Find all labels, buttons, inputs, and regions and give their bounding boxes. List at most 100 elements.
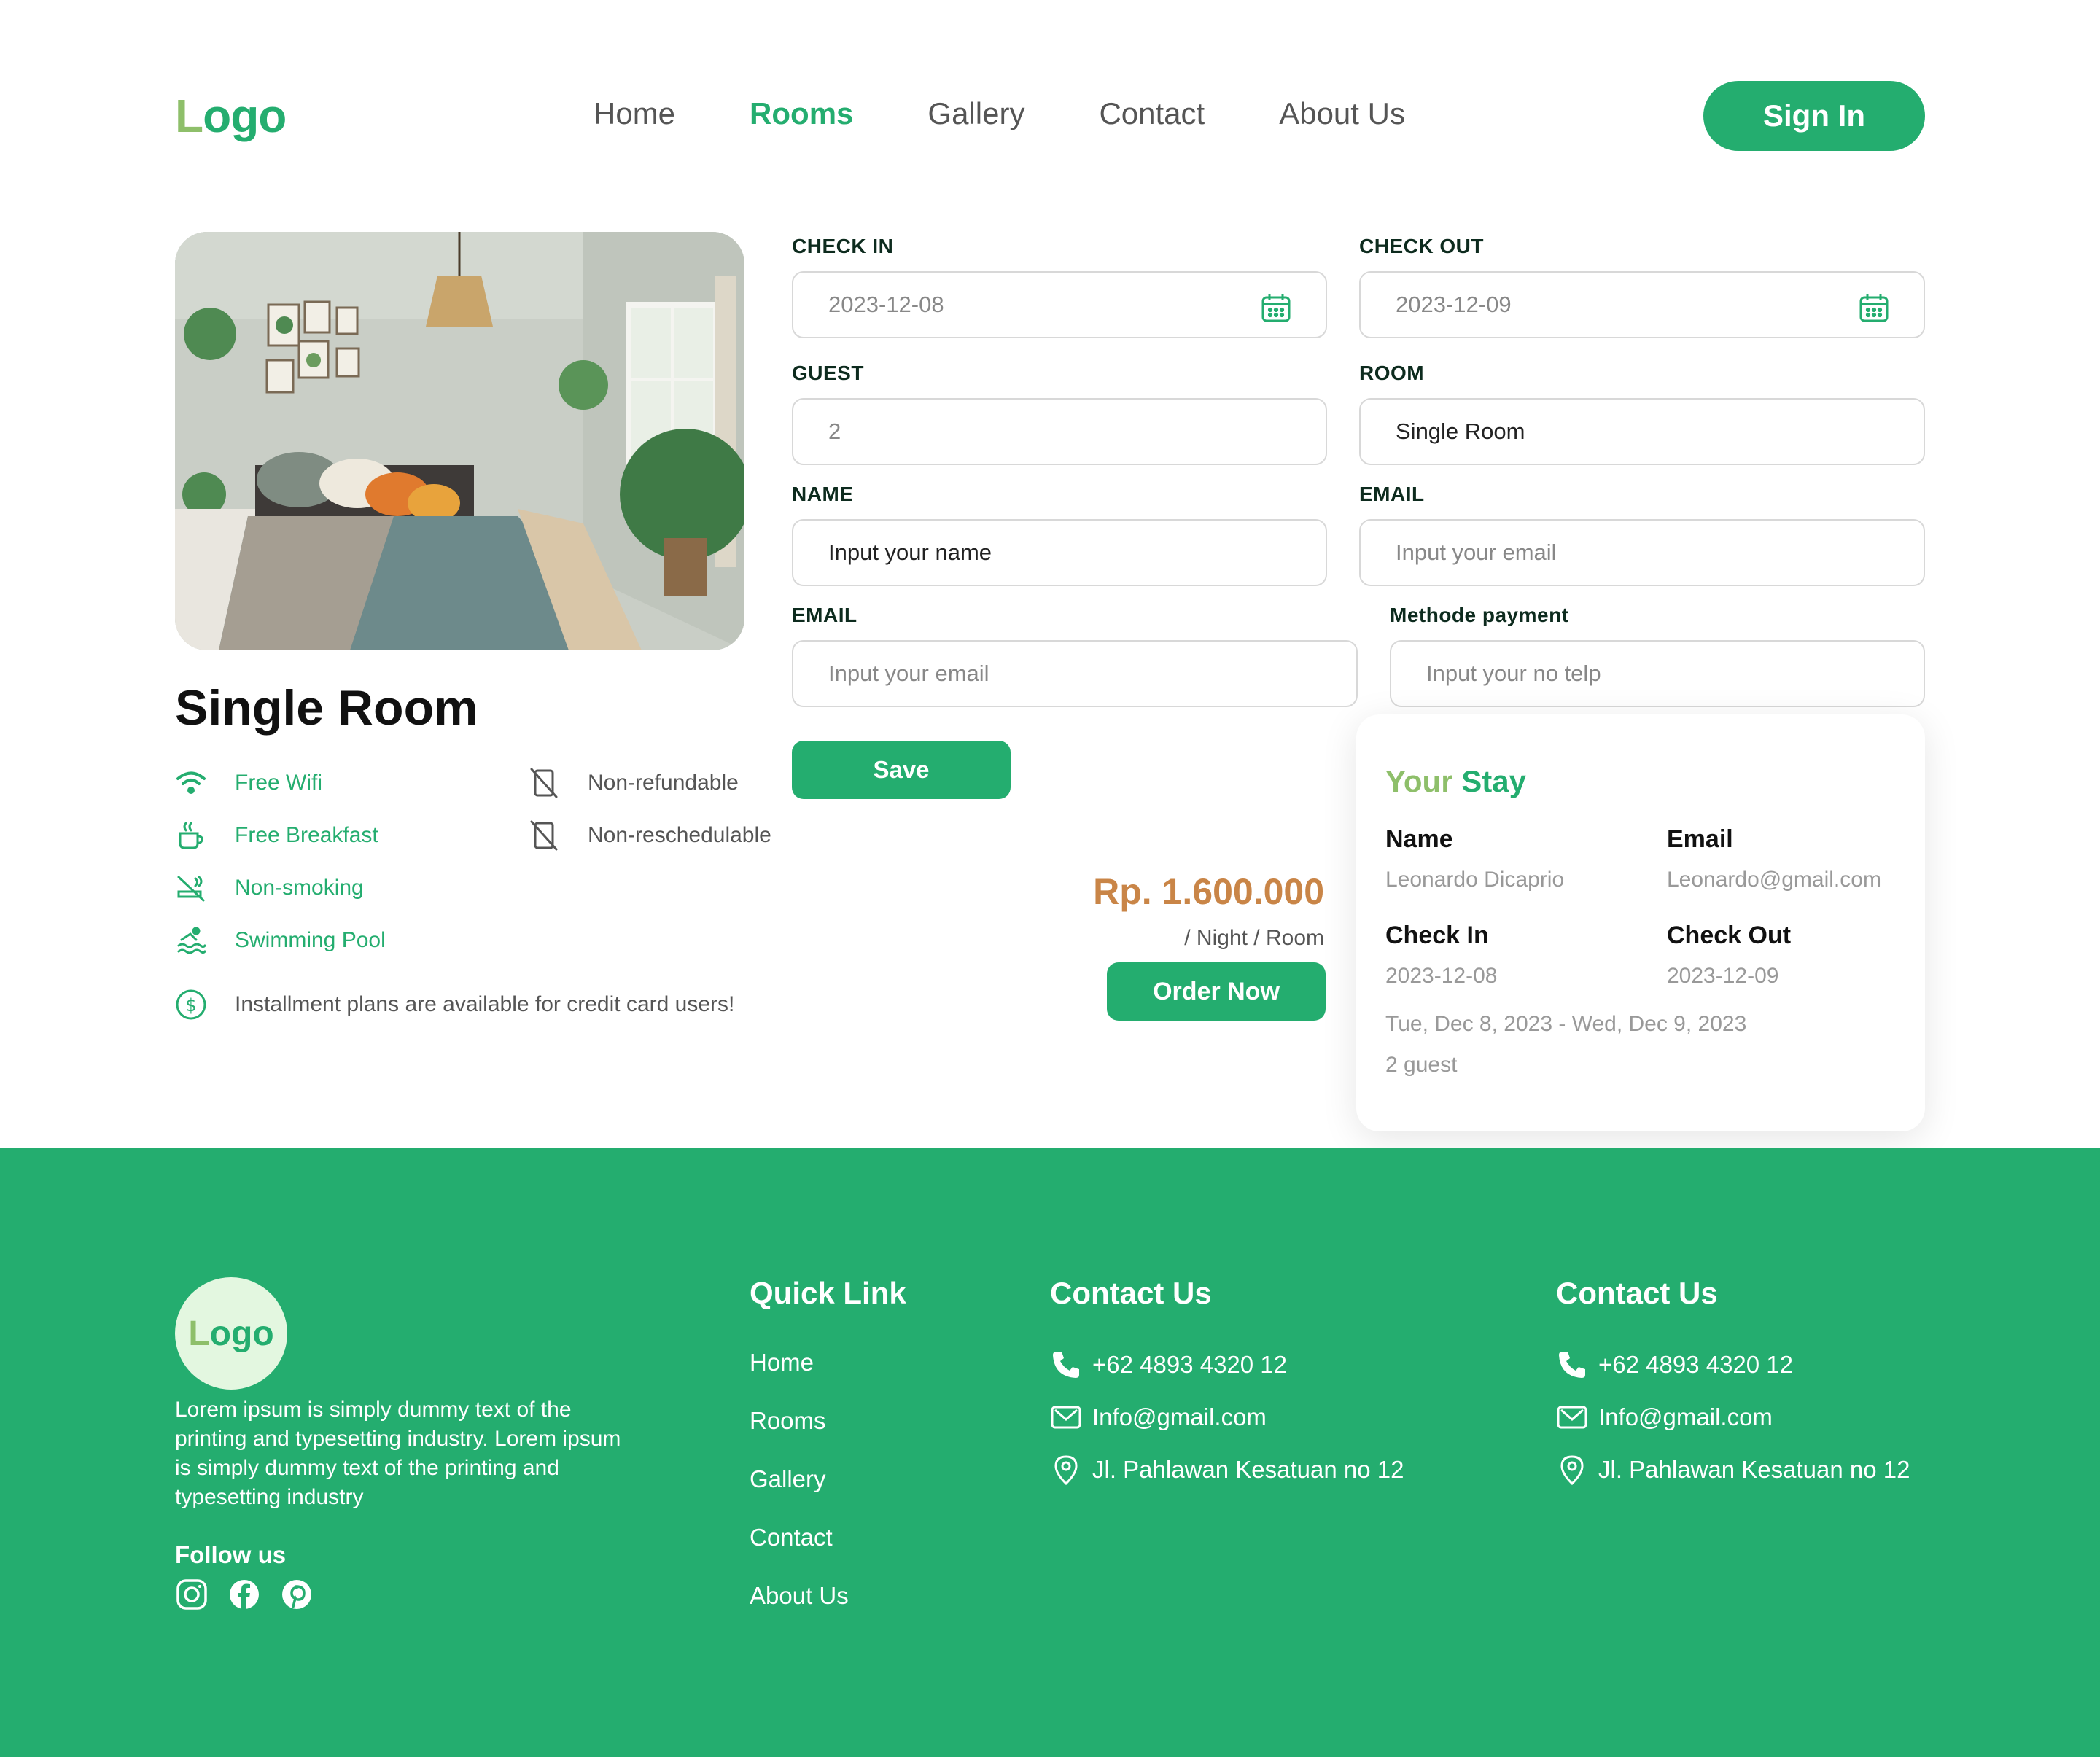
phone-icon xyxy=(1556,1349,1588,1381)
footer-logo-text: ogo xyxy=(209,1314,274,1353)
footer-description: Lorem ipsum is simply dummy text of the … xyxy=(175,1398,621,1509)
policy-label: Non-refundable xyxy=(588,771,739,795)
calendar-icon[interactable] xyxy=(1260,292,1292,324)
swimming-icon xyxy=(175,924,207,957)
guest-field[interactable]: 2 xyxy=(792,398,1327,465)
nav-about-us[interactable]: About Us xyxy=(1279,96,1405,131)
footer: Logo Lorem ipsum is simply dummy text of… xyxy=(0,1148,2100,1757)
nav-home[interactable]: Home xyxy=(594,96,675,131)
location-icon xyxy=(1050,1454,1082,1486)
footer-link-about-us[interactable]: About Us xyxy=(750,1582,849,1610)
stay-dates: Tue, Dec 8, 2023 - Wed, Dec 9, 2023 xyxy=(1385,1012,1747,1036)
feature-label: Free Wifi xyxy=(235,771,322,795)
footer-link-home[interactable]: Home xyxy=(750,1349,814,1376)
footer-phone-1[interactable]: +62 4893 4320 12 xyxy=(1050,1349,1287,1381)
instagram-icon[interactable] xyxy=(175,1578,209,1611)
stay-checkout-value: 2023-12-09 xyxy=(1667,964,1779,988)
no-smoking-icon xyxy=(175,872,207,904)
stay-email-label: Email xyxy=(1667,825,1733,853)
social-links xyxy=(175,1578,314,1611)
title-part-1: Your xyxy=(1385,764,1453,798)
check-out-value: 2023-12-09 xyxy=(1396,292,1512,317)
stay-checkin-label: Check In xyxy=(1385,922,1489,949)
footer-link-gallery[interactable]: Gallery xyxy=(750,1465,826,1493)
stay-email-value: Leonardo@gmail.com xyxy=(1667,868,1881,892)
check-out-label: CHECK OUT xyxy=(1359,235,1484,257)
feature-non-smoking: Non-smoking xyxy=(175,872,364,904)
stay-name-label: Name xyxy=(1385,825,1453,853)
payment-placeholder: Input your no telp xyxy=(1426,661,1601,686)
policy-label: Non-reschedulable xyxy=(588,823,771,847)
location-icon xyxy=(1556,1454,1588,1486)
order-now-button[interactable]: Order Now xyxy=(1107,962,1326,1021)
quick-link-title: Quick Link xyxy=(750,1276,906,1310)
installment-note: $ Installment plans are available for cr… xyxy=(175,989,734,1021)
feature-free-wifi: Free Wifi xyxy=(175,767,322,799)
feature-swimming-pool: Swimming Pool xyxy=(175,924,386,957)
room-price: Rp. 1.600.000 xyxy=(1093,871,1324,912)
footer-logo[interactable]: Logo xyxy=(175,1277,287,1390)
phone-text: +62 4893 4320 12 xyxy=(1092,1351,1288,1378)
nav-contact[interactable]: Contact xyxy=(1099,96,1205,131)
facebook-icon[interactable] xyxy=(228,1578,261,1611)
check-out-field[interactable]: 2023-12-09 xyxy=(1359,271,1925,338)
installment-text: Installment plans are available for cred… xyxy=(235,992,735,1016)
dollar-icon: $ xyxy=(175,989,207,1021)
footer-phone-2[interactable]: +62 4893 4320 12 xyxy=(1556,1349,1793,1381)
footer-email-2[interactable]: Info@gmail.com xyxy=(1556,1401,1773,1433)
footer-address-2[interactable]: Jl. Pahlawan Kesatuan no 12 xyxy=(1556,1454,1910,1486)
coffee-icon xyxy=(175,819,207,852)
stay-name-value: Leonardo Dicaprio xyxy=(1385,868,1565,892)
email-input[interactable]: Input your email xyxy=(1359,519,1925,586)
policy-non-refundable: Non-refundable xyxy=(528,767,739,799)
email-2-input[interactable]: Input your email xyxy=(792,640,1358,707)
guest-label: GUEST xyxy=(792,362,864,384)
stay-checkout-label: Check Out xyxy=(1667,922,1792,949)
footer-email-1[interactable]: Info@gmail.com xyxy=(1050,1401,1267,1433)
stay-guests: 2 guest xyxy=(1385,1053,1458,1077)
name-input[interactable]: Input your name xyxy=(792,519,1327,586)
email-placeholder: Input your email xyxy=(1396,539,1557,565)
no-phone-icon xyxy=(528,767,560,799)
follow-us-label: Follow us xyxy=(175,1541,287,1568)
title-part-2: Stay xyxy=(1452,764,1526,798)
calendar-icon[interactable] xyxy=(1858,292,1890,324)
sign-in-button[interactable]: Sign In xyxy=(1703,81,1925,151)
room-photo xyxy=(175,232,744,650)
room-label: ROOM xyxy=(1359,362,1425,384)
nav-gallery[interactable]: Gallery xyxy=(928,96,1024,131)
price-unit: / Night / Room xyxy=(1184,926,1324,950)
email-2-label: EMAIL xyxy=(792,604,858,626)
save-button[interactable]: Save xyxy=(792,741,1011,799)
contact-us-title-2: Contact Us xyxy=(1556,1276,1718,1310)
no-phone-icon xyxy=(528,819,560,852)
footer-link-contact[interactable]: Contact xyxy=(750,1524,833,1551)
nav-rooms[interactable]: Rooms xyxy=(750,96,853,131)
check-in-field[interactable]: 2023-12-08 xyxy=(792,271,1327,338)
phone-text: +62 4893 4320 12 xyxy=(1598,1351,1794,1378)
policy-non-reschedulable: Non-reschedulable xyxy=(528,819,771,852)
feature-label: Non-smoking xyxy=(235,876,364,900)
email-text: Info@gmail.com xyxy=(1092,1403,1267,1430)
room-value: Single Room xyxy=(1396,418,1525,444)
feature-label: Free Breakfast xyxy=(235,823,378,847)
address-text: Jl. Pahlawan Kesatuan no 12 xyxy=(1598,1456,1910,1483)
address-text: Jl. Pahlawan Kesatuan no 12 xyxy=(1092,1456,1404,1483)
payment-input[interactable]: Input your no telp xyxy=(1390,640,1925,707)
logo[interactable]: Logo xyxy=(175,89,287,143)
feature-label: Swimming Pool xyxy=(235,928,386,952)
svg-text:$: $ xyxy=(185,995,196,1016)
room-select[interactable]: Single Room xyxy=(1359,398,1925,465)
room-title: Single Room xyxy=(175,680,478,736)
pinterest-icon[interactable] xyxy=(280,1578,314,1611)
stay-checkin-value: 2023-12-08 xyxy=(1385,964,1498,988)
footer-address-1[interactable]: Jl. Pahlawan Kesatuan no 12 xyxy=(1050,1454,1404,1486)
check-in-value: 2023-12-08 xyxy=(828,292,944,317)
contact-us-title-1: Contact Us xyxy=(1050,1276,1212,1310)
check-in-label: CHECK IN xyxy=(792,235,894,257)
your-stay-title: Your Stay xyxy=(1385,764,1526,799)
guest-value: 2 xyxy=(828,418,841,444)
name-placeholder: Input your name xyxy=(828,539,992,565)
footer-link-rooms[interactable]: Rooms xyxy=(750,1407,826,1435)
main-nav: Home Rooms Gallery Contact About Us xyxy=(594,96,1405,131)
